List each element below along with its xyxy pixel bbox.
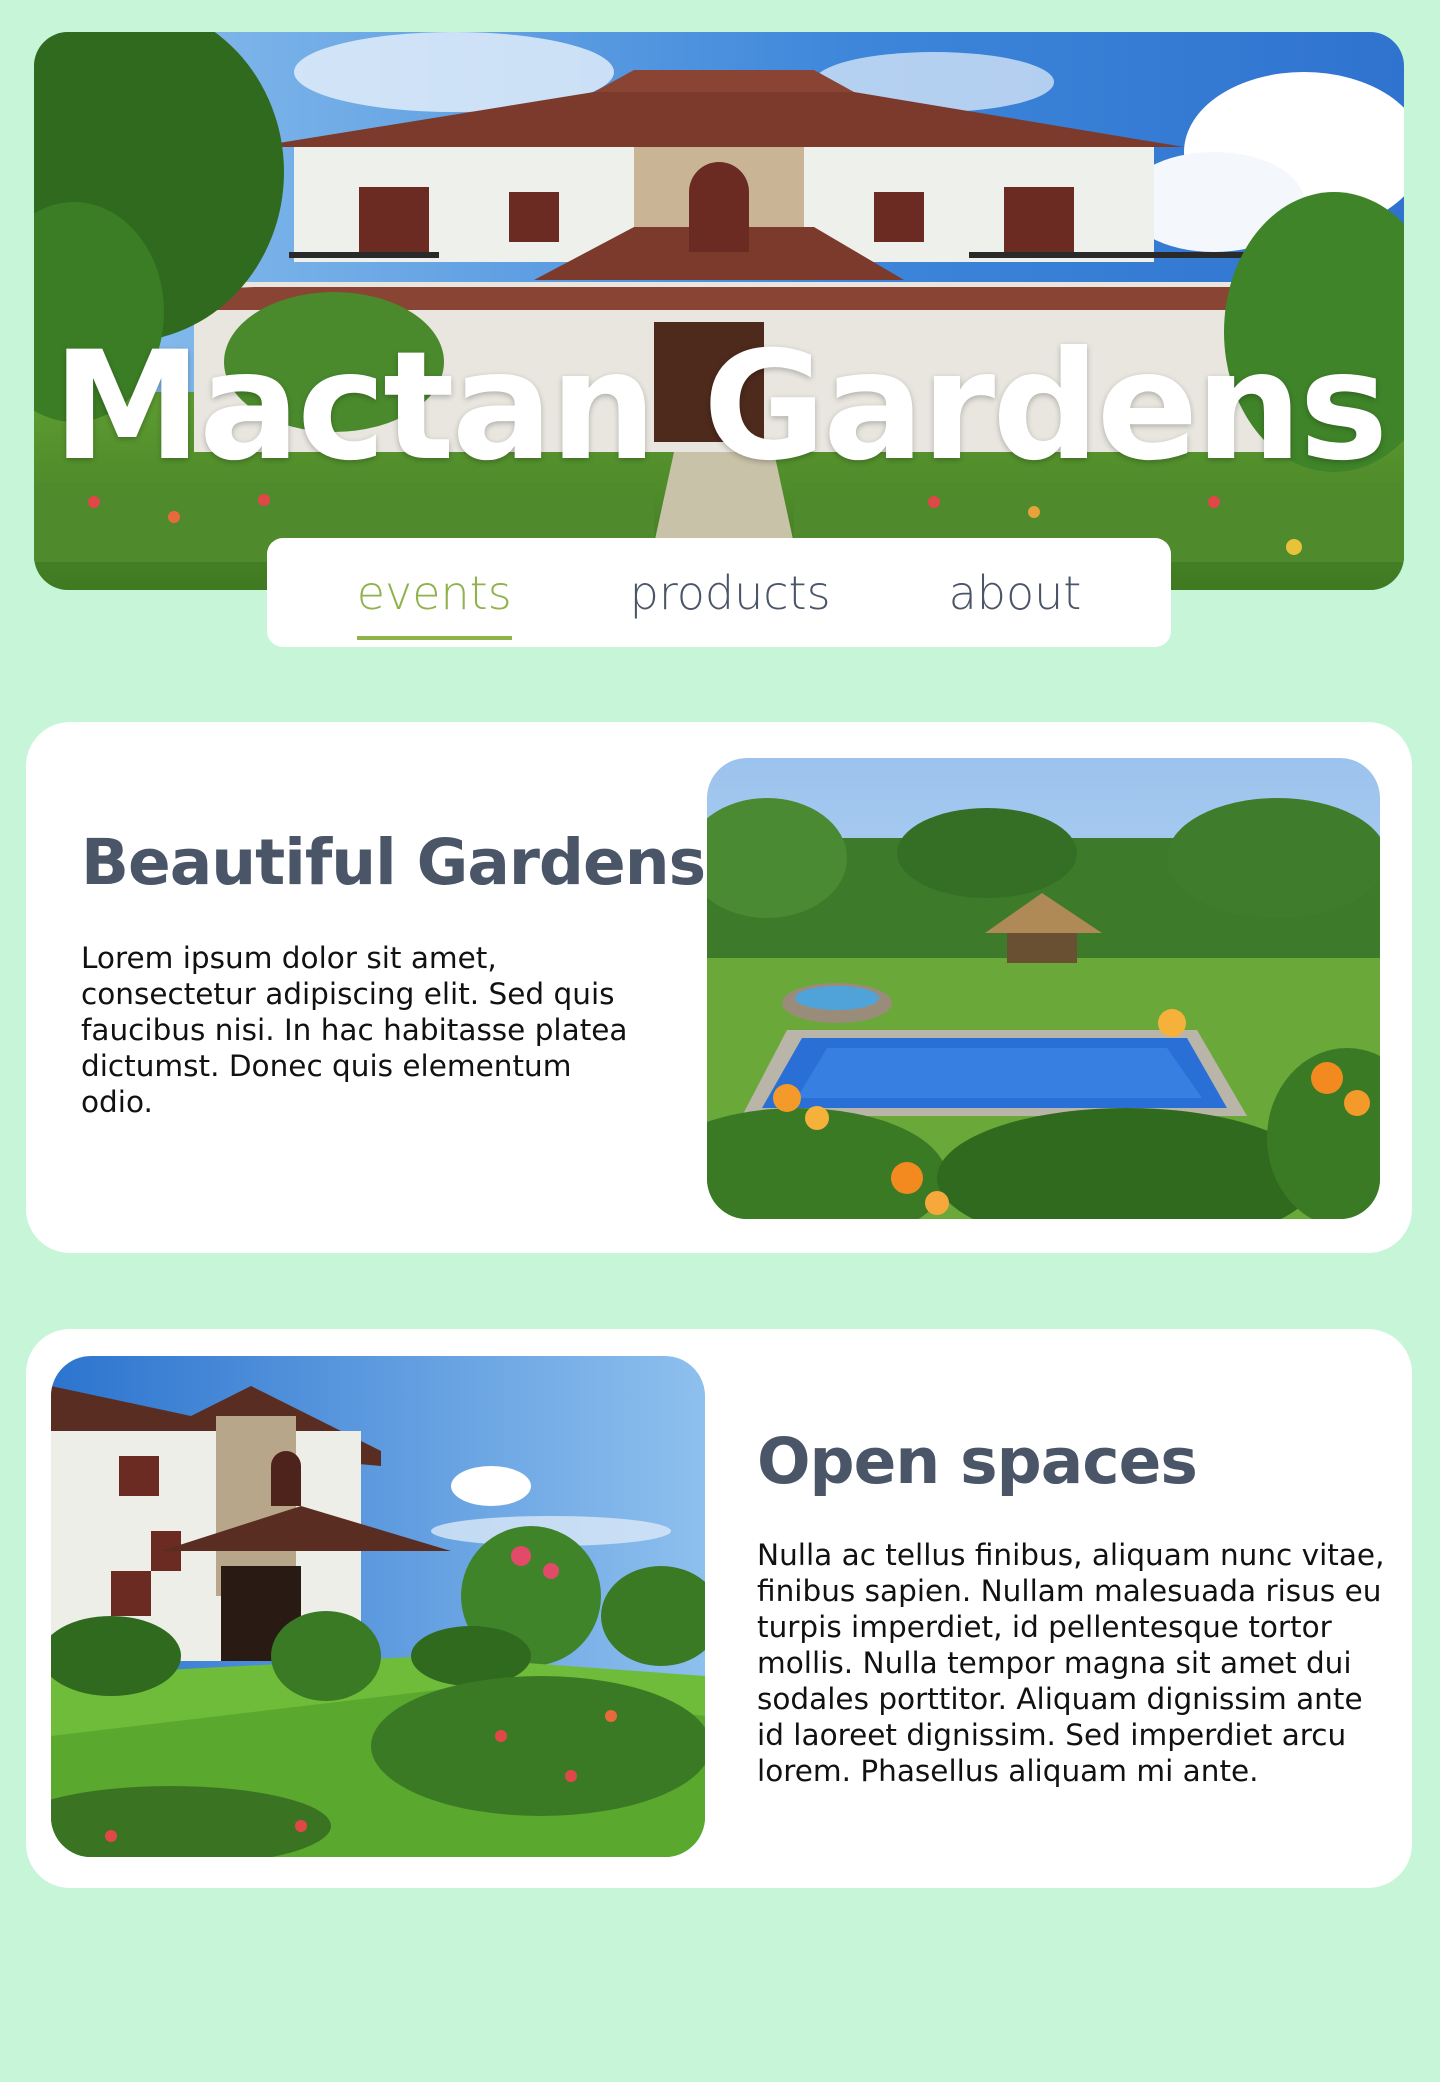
site-title: Mactan Gardens <box>52 320 1389 494</box>
section-heading: Beautiful Gardens <box>81 826 706 899</box>
nav-item-events[interactable]: events <box>356 566 512 640</box>
section-open-spaces: Open spaces Nulla ac tellus finibus, ali… <box>26 1329 1412 1888</box>
villa-hero-photo <box>34 32 1404 590</box>
nav-item-products[interactable]: products <box>630 566 831 640</box>
nav-item-about[interactable]: about <box>949 566 1082 640</box>
section-body: Nulla ac tellus finibus, aliquam nunc vi… <box>757 1538 1385 1788</box>
villa-lawn-photo <box>51 1356 705 1857</box>
section-body: Lorem ipsum dolor sit amet, consectetur … <box>81 941 628 1119</box>
section-beautiful-gardens: Beautiful Gardens Lorem ipsum dolor sit … <box>26 722 1412 1253</box>
section-heading: Open spaces <box>757 1425 1198 1498</box>
garden-pool-photo <box>707 758 1380 1219</box>
hero-banner: Mactan Gardens <box>34 32 1404 590</box>
main-nav: events products about <box>267 538 1171 647</box>
